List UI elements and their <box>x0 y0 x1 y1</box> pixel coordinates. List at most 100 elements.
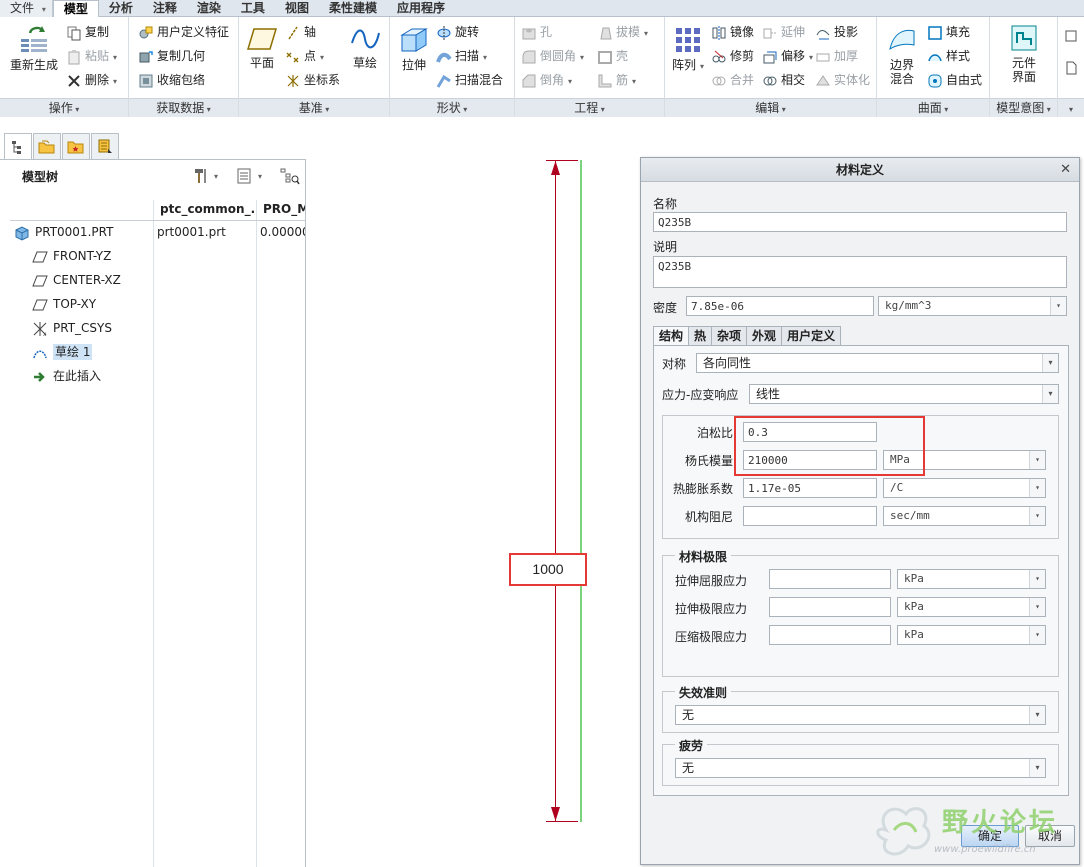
tensile-yield-input[interactable] <box>769 569 891 589</box>
tensile-ultimate-input[interactable] <box>769 597 891 617</box>
density-unit-select[interactable]: kg/mm^3 ▾ <box>878 296 1067 316</box>
tensile-yield-unit-select[interactable]: kPa ▾ <box>897 569 1046 589</box>
menu-tab-analysis[interactable]: 分析 <box>99 0 143 17</box>
navtab-model-tree[interactable] <box>4 133 32 159</box>
sketch-line[interactable] <box>580 160 582 822</box>
delete-button[interactable]: 删除 ▾ <box>66 69 117 91</box>
tree-item-top-xy[interactable]: TOP-XY <box>32 293 96 315</box>
dimension-line[interactable] <box>555 160 556 822</box>
tree-item-insert-here[interactable]: 在此插入 <box>32 365 101 387</box>
solidify-button[interactable]: 实体化 <box>815 69 870 91</box>
tree-settings-button[interactable]: ▾ <box>192 165 218 187</box>
group-label-engineering[interactable]: 工程 <box>515 98 664 117</box>
intersect-button[interactable]: 相交 <box>762 69 805 91</box>
navtab-layers[interactable] <box>91 133 119 159</box>
tree-filter-button[interactable] <box>280 165 300 187</box>
axis-button[interactable]: 轴 <box>285 21 316 43</box>
group-label-operations[interactable]: 操作 <box>0 98 128 117</box>
plane-button[interactable]: 平面 <box>245 25 279 70</box>
thicken-button[interactable]: 加厚 <box>815 45 858 67</box>
dialog-title-bar[interactable]: 材料定义 ✕ <box>641 158 1079 182</box>
extend-button[interactable]: 延伸 <box>762 21 805 43</box>
thermal-expansion-unit-select[interactable]: /C ▾ <box>883 478 1046 498</box>
csys-button[interactable]: 坐标系 <box>285 69 340 91</box>
menu-tab-view[interactable]: 视图 <box>275 0 319 17</box>
column-header-ptc-common[interactable]: ptc_common_... <box>160 202 254 216</box>
menu-tab-tools[interactable]: 工具 <box>231 0 275 17</box>
column-separator[interactable] <box>256 200 257 867</box>
group-label-model-intent[interactable]: 模型意图 <box>990 98 1057 117</box>
menu-tab-annotate[interactable]: 注释 <box>143 0 187 17</box>
pattern-button[interactable]: 阵列 ▾ <box>671 25 705 74</box>
compressive-ultimate-input[interactable] <box>769 625 891 645</box>
sweep-button[interactable]: 扫描 ▾ <box>436 45 487 67</box>
group-label-edit[interactable]: 编辑 <box>665 98 876 117</box>
group-label-get-data[interactable]: 获取数据 <box>129 98 238 117</box>
mirror-button[interactable]: 镜像 <box>711 21 754 43</box>
group-label-surface[interactable]: 曲面 <box>877 98 989 117</box>
dimension-value[interactable]: 1000 <box>509 553 587 586</box>
description-input[interactable]: Q235B <box>653 256 1067 288</box>
copy-geometry-button[interactable]: 复制几何 <box>138 45 205 67</box>
tree-item-center-xz[interactable]: CENTER-XZ <box>32 269 121 291</box>
group-label-datum[interactable]: 基准 <box>239 98 389 117</box>
menu-tab-flexible[interactable]: 柔性建模 <box>319 0 387 17</box>
mechanism-damping-input[interactable] <box>743 506 877 526</box>
udf-button[interactable]: 用户定义特征 <box>138 21 229 43</box>
navtab-folder-browser[interactable] <box>33 133 61 159</box>
thermal-expansion-input[interactable]: 1.17e-05 <box>743 478 877 498</box>
density-input[interactable]: 7.85e-06 <box>686 296 874 316</box>
chamfer-button[interactable]: 倒角 ▾ <box>521 69 572 91</box>
style-button[interactable]: 样式 <box>927 45 970 67</box>
cancel-button[interactable]: 取消 <box>1025 825 1075 847</box>
tab-misc[interactable]: 杂项 <box>711 326 748 346</box>
ok-button[interactable]: 确定 <box>961 825 1019 847</box>
stress-strain-select[interactable]: 线性 ▾ <box>749 384 1059 404</box>
tab-thermal[interactable]: 热 <box>688 326 713 346</box>
offset-button[interactable]: 偏移 ▾ <box>762 45 813 67</box>
column-header-pro-m[interactable]: PRO_M <box>263 202 305 216</box>
paste-button[interactable]: 粘贴 ▾ <box>66 45 117 67</box>
freestyle-button[interactable]: 自由式 <box>927 69 982 91</box>
sketch-button[interactable]: 草绘 <box>347 25 383 70</box>
menu-tab-model[interactable]: 模型 <box>52 0 99 18</box>
fatigue-select[interactable]: 无 ▾ <box>675 758 1046 778</box>
menu-tab-apps[interactable]: 应用程序 <box>387 0 455 17</box>
point-button[interactable]: 点 ▾ <box>285 45 324 67</box>
extrude-button[interactable]: 拉伸 <box>396 25 432 72</box>
tab-appearance[interactable]: 外观 <box>746 326 783 346</box>
tree-columns-button[interactable]: ▾ <box>236 165 262 187</box>
overflow-icon[interactable] <box>1064 29 1078 43</box>
document-icon[interactable] <box>1064 61 1078 75</box>
name-input[interactable]: Q235B <box>653 212 1067 232</box>
shrinkwrap-button[interactable]: 收缩包络 <box>138 69 205 91</box>
fill-button[interactable]: 填充 <box>927 21 970 43</box>
tree-item-front-yz[interactable]: FRONT-YZ <box>32 245 111 267</box>
copy-button[interactable]: 复制 <box>66 21 109 43</box>
draft-button[interactable]: 拔模 ▾ <box>597 21 648 43</box>
shell-button[interactable]: 壳 <box>597 45 628 67</box>
mechanism-damping-unit-select[interactable]: sec/mm ▾ <box>883 506 1046 526</box>
sweep-blend-button[interactable]: 扫描混合 <box>436 69 503 91</box>
rib-button[interactable]: 筋 ▾ <box>597 69 636 91</box>
merge-button[interactable]: 合并 <box>711 69 754 91</box>
group-label-shape[interactable]: 形状 <box>390 98 514 117</box>
failure-criterion-select[interactable]: 无 ▾ <box>675 705 1046 725</box>
component-interface-button[interactable]: 元件 界面 <box>1006 23 1042 84</box>
tab-structural[interactable]: 结构 <box>653 326 690 347</box>
tab-user-defined[interactable]: 用户定义 <box>781 326 842 346</box>
close-icon[interactable]: ✕ <box>1060 158 1071 182</box>
trim-button[interactable]: 修剪 <box>711 45 754 67</box>
navtab-favorites[interactable] <box>62 133 90 159</box>
project-button[interactable]: 投影 <box>815 21 858 43</box>
regenerate-button[interactable]: 重新生成 <box>6 23 62 72</box>
menu-tab-render[interactable]: 渲染 <box>187 0 231 17</box>
hole-button[interactable]: 孔 <box>521 21 552 43</box>
tree-item-part[interactable]: PRT0001.PRT <box>14 221 113 243</box>
tree-item-prt-csys[interactable]: x PRT_CSYS <box>32 317 112 339</box>
revolve-button[interactable]: 旋转 <box>436 21 479 43</box>
symmetry-select[interactable]: 各向同性 ▾ <box>696 353 1059 373</box>
round-button[interactable]: 倒圆角 ▾ <box>521 45 584 67</box>
compressive-ultimate-unit-select[interactable]: kPa ▾ <box>897 625 1046 645</box>
menu-file[interactable]: 文件 ▾ <box>0 0 53 17</box>
